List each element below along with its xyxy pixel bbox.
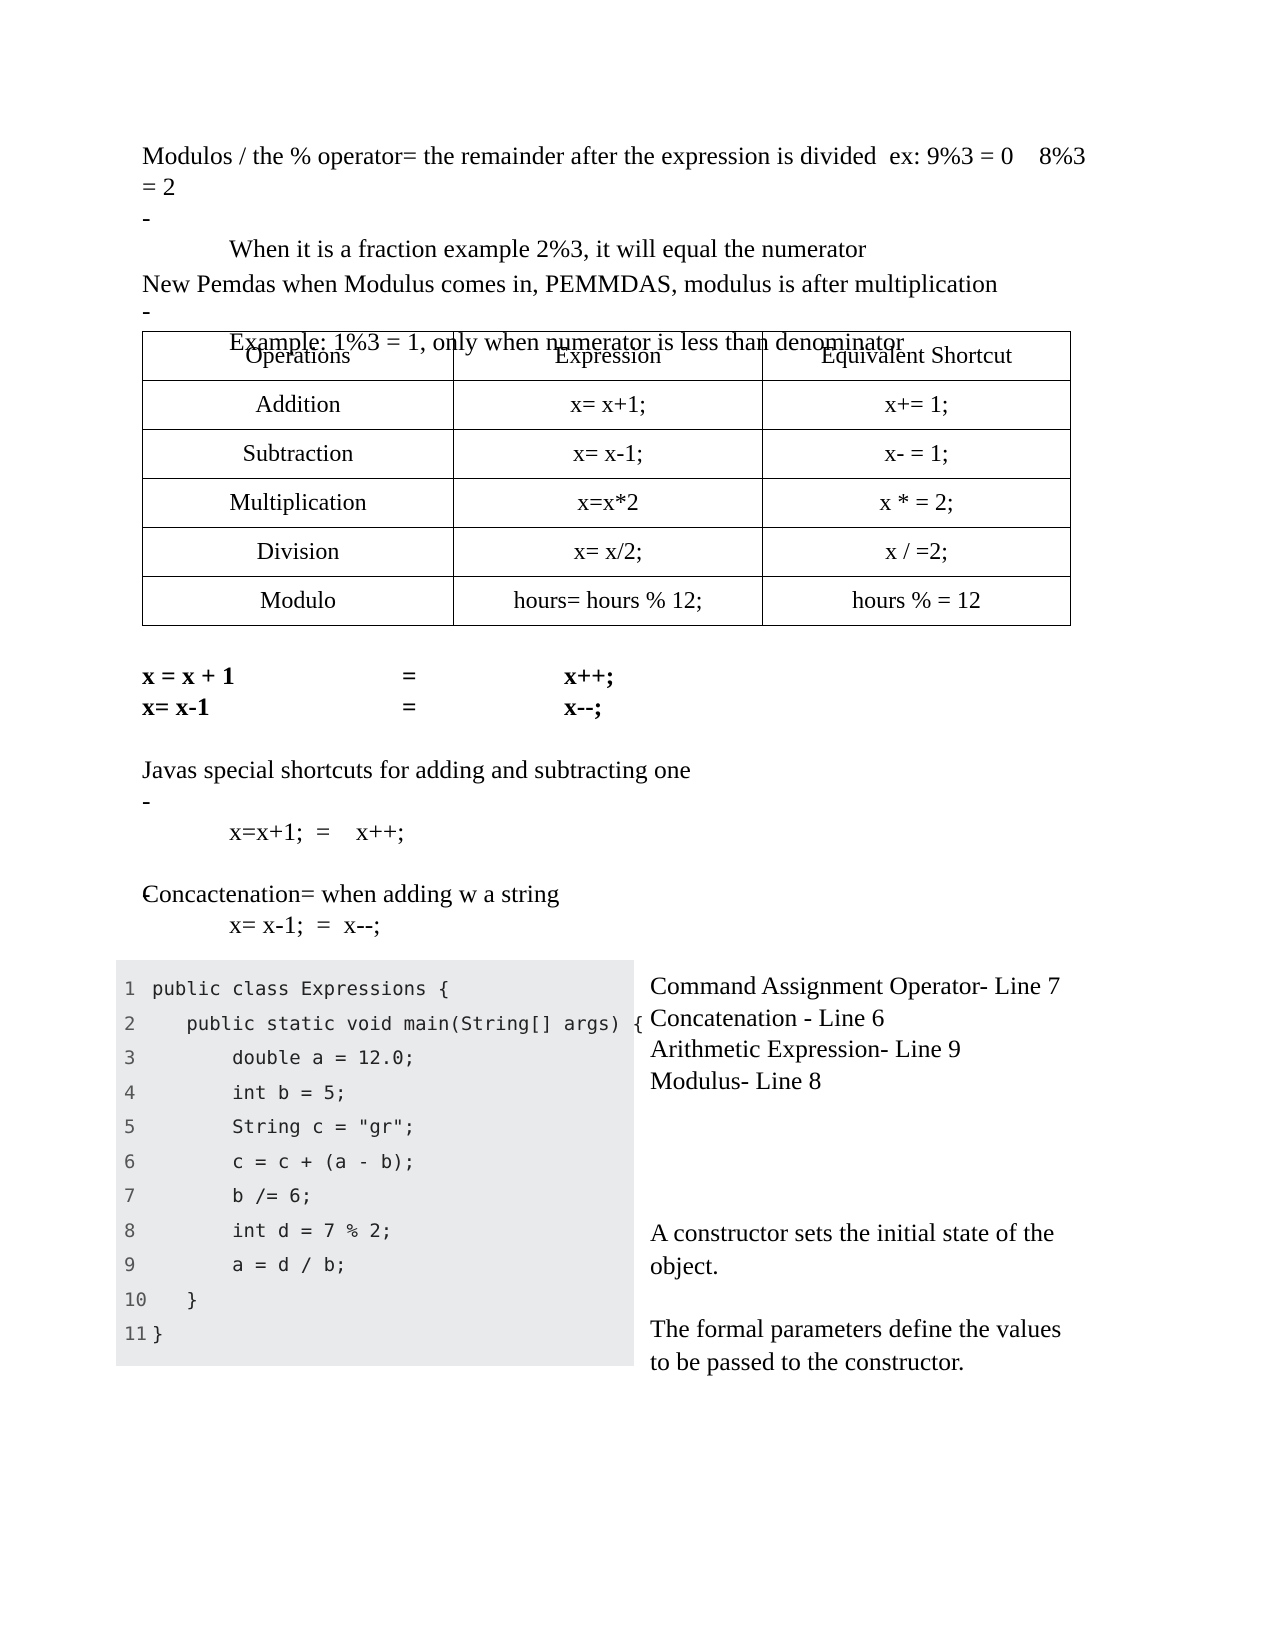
modulo-definition: Modulos / the % operator= the remainder …	[142, 141, 1093, 201]
code-text: c = c + (a - b);	[152, 1150, 416, 1173]
cell-shortcut: x+= 1;	[762, 380, 1071, 430]
code-line: 8 int d = 7 % 2;	[116, 1214, 634, 1249]
line-number: 8	[124, 1219, 136, 1242]
dash-marker: -	[142, 296, 151, 325]
code-block: 1 public class Expressions { 2 public st…	[116, 960, 644, 1366]
equivalence-lhs: x = x + 1	[142, 661, 235, 690]
code-line: 4 int b = 5;	[116, 1076, 634, 1111]
note-command-assignment: Command Assignment Operator- Line 7	[650, 971, 1061, 1000]
list-item-text: x= x-1; = x--;	[229, 910, 381, 939]
operations-table: Operations Expression Equivalent Shortcu…	[142, 331, 1071, 626]
list-item-text: When it is a fraction example 2%3, it wi…	[229, 234, 867, 263]
concatenation-note: Concactenation= when adding w a string	[142, 879, 560, 908]
equivalence-row: x = x + 1 = x++;	[142, 660, 762, 691]
cell-expression: x=x*2	[453, 478, 763, 528]
line-number: 6	[124, 1150, 136, 1173]
note-arithmetic-expression: Arithmetic Expression- Line 9	[650, 1034, 961, 1063]
notes-spacer	[650, 1096, 1070, 1216]
equivalence-rhs: x--;	[564, 692, 603, 721]
equivalence-rhs: x++;	[564, 661, 615, 690]
code-text: }	[152, 1323, 164, 1345]
document-page: Modulos / the % operator= the remainder …	[0, 0, 1275, 1651]
line-number: 4	[124, 1081, 136, 1104]
line-number: 7	[124, 1185, 136, 1207]
code-line: 2 public static void main(String[] args)…	[116, 1007, 644, 1042]
note-formal-parameters: The formal parameters define the values …	[650, 1314, 1062, 1376]
line-number: 3	[124, 1047, 136, 1069]
code-line: 11 }	[116, 1317, 634, 1352]
equivalence-row: x= x-1 = x--;	[142, 691, 762, 722]
line-number: 1	[124, 978, 136, 1000]
notes-spacer	[650, 1282, 1070, 1312]
table-header-row: Operations Expression Equivalent Shortcu…	[142, 331, 1071, 381]
cell-operation: Multiplication	[142, 478, 454, 528]
note-constructor: A constructor sets the initial state of …	[650, 1218, 1055, 1280]
line-number: 5	[124, 1116, 136, 1138]
note-modulus: Modulus- Line 8	[650, 1065, 822, 1095]
dash-marker: -	[142, 203, 151, 232]
cell-shortcut: x * = 2;	[762, 478, 1071, 528]
cell-expression: hours= hours % 12;	[453, 576, 763, 626]
table-row: Division x= x/2; x / =2;	[142, 527, 1071, 577]
cell-shortcut: x- = 1;	[762, 429, 1071, 479]
code-line: 9 a = d / b;	[116, 1248, 634, 1283]
code-text: int d = 7 % 2;	[152, 1219, 393, 1242]
notes-column: Command Assignment Operator- Line 7 Conc…	[650, 970, 1070, 1378]
equivalence-block: x = x + 1 = x++; x= x-1 = x--;	[142, 660, 762, 722]
equivalence-equals: =	[402, 692, 417, 721]
table-row: Multiplication x=x*2 x * = 2;	[142, 478, 1071, 528]
code-line: 3 double a = 12.0;	[116, 1041, 634, 1076]
shortcuts-section: Javas special shortcuts for adding and s…	[142, 754, 762, 971]
cell-shortcut: hours % = 12	[762, 576, 1071, 626]
line-number: 11	[124, 1323, 147, 1345]
code-line: 5 String c = "gr";	[116, 1110, 634, 1145]
code-text: int b = 5;	[152, 1081, 347, 1104]
code-text: double a = 12.0;	[152, 1047, 416, 1069]
code-text: a = d / b;	[152, 1254, 347, 1276]
code-line: 1 public class Expressions {	[116, 972, 634, 1007]
cell-operation: Subtraction	[142, 429, 454, 479]
list-item-text: x=x+1; = x++;	[229, 817, 405, 846]
code-line: 6 c = c + (a - b);	[116, 1145, 634, 1180]
note-concatenation: Concatenation - Line 6	[650, 1002, 885, 1032]
cell-operation: Addition	[142, 380, 454, 430]
column-header-expression: Expression	[453, 331, 763, 381]
line-number: 2	[124, 1012, 136, 1035]
column-header-operations: Operations	[142, 331, 454, 381]
code-text: public static void main(String[] args) {	[152, 1012, 644, 1035]
pemdas-note: New Pemdas when Modulus comes in, PEMMDA…	[142, 269, 998, 298]
code-text: public class Expressions {	[152, 978, 450, 1000]
table-row: Addition x= x+1; x+= 1;	[142, 380, 1071, 430]
code-text: b /= 6;	[152, 1185, 313, 1207]
table-row: Modulo hours= hours % 12; hours % = 12	[142, 576, 1071, 626]
code-line: 7 b /= 6;	[116, 1179, 634, 1214]
dash-marker: -	[142, 786, 151, 815]
code-text: String c = "gr";	[152, 1116, 416, 1138]
cell-operation: Division	[142, 527, 454, 577]
line-number: 9	[124, 1254, 136, 1276]
code-line: 10 }	[116, 1283, 634, 1318]
equivalence-equals: =	[402, 661, 417, 690]
table-row: Subtraction x= x-1; x- = 1;	[142, 429, 1071, 479]
cell-operation: Modulo	[142, 576, 454, 626]
equivalence-lhs: x= x-1	[142, 692, 210, 721]
cell-shortcut: x / =2;	[762, 527, 1071, 577]
line-number: 10	[124, 1288, 147, 1311]
list-item: - x=x+1; = x++;	[142, 785, 762, 878]
cell-expression: x= x+1;	[453, 380, 763, 430]
shortcuts-heading: Javas special shortcuts for adding and s…	[142, 755, 691, 784]
cell-expression: x= x/2;	[453, 527, 763, 577]
cell-expression: x= x-1;	[453, 429, 763, 479]
column-header-shortcut: Equivalent Shortcut	[762, 331, 1071, 381]
code-text: }	[152, 1288, 198, 1311]
